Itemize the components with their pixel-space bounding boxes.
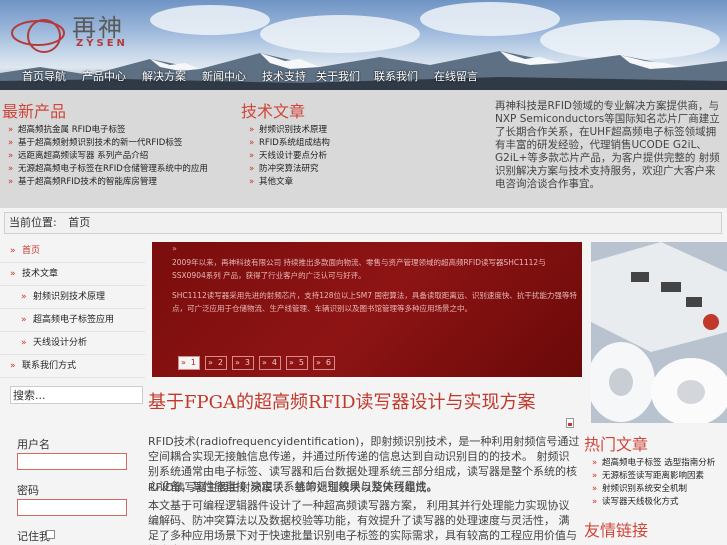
article-paragraph: RFID读写器主要由射频模块、基带处理模块以及天线组成。: [148, 481, 438, 494]
latest-products-title: 最新产品: [2, 102, 67, 121]
label-rolls-image: [591, 242, 727, 423]
nav-item-about[interactable]: 关于我们: [316, 68, 360, 84]
nav-item-message[interactable]: 在线留言: [434, 68, 478, 84]
pdf-icon[interactable]: [566, 418, 574, 428]
slider-paragraph: 2009年以来，再神科技有限公司 持续推出多款面向物流、零售与资产管理领域的超高…: [172, 258, 546, 280]
slider-page-2[interactable]: 2: [205, 356, 227, 370]
nav-item-products[interactable]: 产品中心: [82, 68, 126, 84]
breadcrumb-current[interactable]: 首页: [68, 216, 90, 229]
company-intro-text: 再神科技是RFID领域的专业解决方案提供商，与NXP Semiconductor…: [495, 100, 720, 190]
list-item[interactable]: 基于超高频射频识别技术的新一代RFID标签: [6, 137, 208, 150]
tech-articles-title: 技术文章: [241, 102, 306, 121]
list-item[interactable]: 防冲突算法研究: [247, 163, 330, 176]
nav-item-support[interactable]: 技术支持: [262, 68, 306, 84]
hot-articles-list: 超高频电子标签 选型指南分析 无源标签读写距离影响因素 射频识别系统安全机制 读…: [590, 457, 715, 509]
nav-item-contact[interactable]: 联系我们: [374, 68, 418, 84]
nav-item-home[interactable]: 首页导航: [22, 68, 66, 84]
list-item[interactable]: 远距离超高频读写器 系列产品介绍: [6, 150, 208, 163]
list-item[interactable]: 基于超高频RFID技术的智能库房管理: [6, 176, 208, 189]
latest-products-list: 超高频抗金属 RFID电子标签 基于超高频射频识别技术的新一代RFID标签 远距…: [6, 124, 208, 189]
slider-arrow-icon: »: [172, 244, 177, 253]
list-item[interactable]: 无源标签读写距离影响因素: [590, 470, 715, 483]
list-item[interactable]: 无源超高频电子标签在RFID仓储管理系统中的应用: [6, 163, 208, 176]
breadcrumb: 当前位置: 首页: [4, 212, 722, 234]
logo-english-text: ZYSEN: [76, 38, 128, 49]
article-title[interactable]: 基于FPGA的超高频RFID读写器设计与实现方案: [148, 388, 536, 414]
password-label: 密码: [17, 484, 39, 497]
nav-item-solutions[interactable]: 解决方案: [142, 68, 186, 84]
breadcrumb-label: 当前位置:: [9, 216, 57, 229]
main-nav: 首页导航 产品中心 解决方案 新闻中心 技术支持 关于我们 联系我们 在线留言: [0, 68, 727, 86]
slider-page-3[interactable]: 3: [232, 356, 254, 370]
slider-page-1[interactable]: 1: [178, 356, 200, 370]
sidebar-subitem-principles[interactable]: 射频识别技术原理: [0, 286, 145, 309]
hot-articles-title: 热门文章: [584, 435, 649, 454]
slider-page-5[interactable]: 5: [286, 356, 308, 370]
product-photo: [591, 242, 727, 423]
sidebar-item-home[interactable]: 首页: [0, 240, 145, 263]
list-item[interactable]: RFID系统组成结构: [247, 137, 330, 150]
list-item[interactable]: 射频识别技术原理: [247, 124, 330, 137]
list-item[interactable]: 超高频抗金属 RFID电子标签: [6, 124, 208, 137]
sidebar-item-contact[interactable]: 联系我们方式: [0, 355, 145, 378]
sidebar-subitem-uhf-tags[interactable]: 超高频电子标签应用: [0, 309, 145, 332]
list-item[interactable]: 超高频电子标签 选型指南分析: [590, 457, 715, 470]
password-field[interactable]: [17, 499, 127, 516]
article-paragraph: 本文基于可编程逻辑器件设计了一种超高频读写器方案， 利用其并行处理能力实现协议编…: [148, 499, 577, 545]
list-item[interactable]: 其他文章: [247, 176, 330, 189]
username-field[interactable]: [17, 453, 127, 470]
slider-page-6[interactable]: 6: [313, 356, 335, 370]
slider-page-4[interactable]: 4: [259, 356, 281, 370]
header-banner: 再神 ZYSEN 首页导航 产品中心 解决方案 新闻中心 技术支持 关于我们 联…: [0, 0, 727, 90]
nav-item-news[interactable]: 新闻中心: [202, 68, 246, 84]
tech-articles-list: 射频识别技术原理 RFID系统组成结构 天线设计要点分析 防冲突算法研究 其他文…: [247, 124, 330, 189]
sidebar-item-tech-articles[interactable]: 技术文章: [0, 263, 145, 286]
links-title: 友情链接: [584, 521, 649, 540]
list-item[interactable]: 天线设计要点分析: [247, 150, 330, 163]
username-label: 用户名: [17, 438, 50, 451]
remember-me-checkbox[interactable]: [46, 530, 55, 539]
slider-paragraph: SHC1112读写器采用先进的射频芯片，支持128位以上SM7 国密算法，具备读…: [172, 291, 577, 313]
sidebar-subitem-antenna[interactable]: 天线设计分析: [0, 332, 145, 355]
list-item[interactable]: 读写器天线极化方式: [590, 496, 715, 509]
search-input[interactable]: [10, 386, 143, 404]
sidebar-menu: 首页 技术文章 射频识别技术原理 超高频电子标签应用 天线设计分析 联系我们方式: [0, 240, 145, 378]
list-item[interactable]: 射频识别系统安全机制: [590, 483, 715, 496]
